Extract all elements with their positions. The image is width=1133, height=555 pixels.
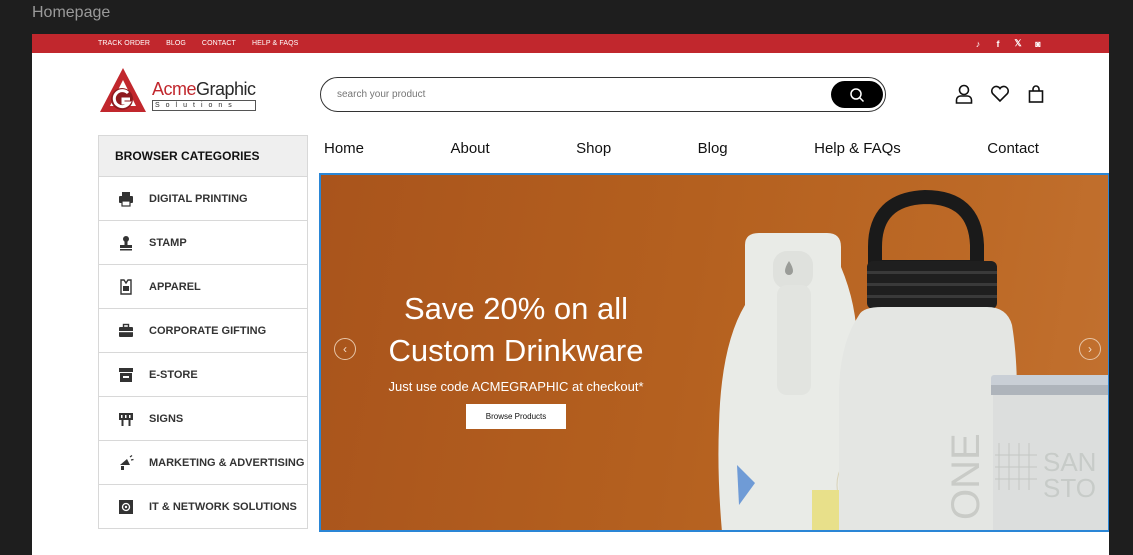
main-nav: Home About Shop Blog Help & FAQs Contact <box>324 140 1039 157</box>
sidebar-title: BROWSER CATEGORIES <box>99 136 307 176</box>
browse-products-button[interactable]: Browse Products <box>465 404 567 429</box>
category-label: MARKETING & ADVERTISING <box>149 456 305 469</box>
nav-shop[interactable]: Shop <box>576 140 611 157</box>
tiktok-icon[interactable]: ♪ <box>973 39 983 49</box>
apparel-icon <box>117 278 135 296</box>
logo-mark-icon <box>98 66 148 114</box>
homepage: TRACK ORDER BLOG CONTACT HELP & FAQS ♪ f… <box>32 34 1109 555</box>
tumbler-print-text-2: STO <box>1043 473 1096 503</box>
category-sidebar: BROWSER CATEGORIES DIGITAL PRINTING STAM… <box>98 135 308 529</box>
track-order-link[interactable]: TRACK ORDER <box>98 40 150 47</box>
category-it-network-solutions[interactable]: IT & NETWORK SOLUTIONS <box>99 484 307 528</box>
header: AcmeGraphic Solutions <box>32 53 1109 135</box>
category-signs[interactable]: SIGNS <box>99 396 307 440</box>
category-corporate-gifting[interactable]: CORPORATE GIFTING <box>99 308 307 352</box>
store-icon <box>117 366 135 384</box>
network-icon <box>117 498 135 516</box>
nav-help-faqs[interactable]: Help & FAQs <box>814 140 901 157</box>
nav-contact[interactable]: Contact <box>987 140 1039 157</box>
category-label: STAMP <box>149 236 187 249</box>
category-e-store[interactable]: E-STORE <box>99 352 307 396</box>
carousel-next-button[interactable]: › <box>1079 338 1101 360</box>
instagram-icon[interactable]: ◙ <box>1033 39 1043 49</box>
category-label: CORPORATE GIFTING <box>149 324 267 337</box>
chevron-left-icon: ‹ <box>343 342 347 356</box>
logo[interactable]: AcmeGraphic Solutions <box>98 66 256 114</box>
category-label: DIGITAL PRINTING <box>149 192 248 205</box>
logo-name-part2: Graphic <box>196 79 256 99</box>
drinkware-product-image: ONE SAN STO <box>718 189 1108 530</box>
chevron-right-icon: › <box>1088 342 1092 356</box>
carousel-prev-button[interactable]: ‹ <box>334 338 356 360</box>
nav-blog[interactable]: Blog <box>698 140 728 157</box>
category-digital-printing[interactable]: DIGITAL PRINTING <box>99 176 307 220</box>
banner-subtitle: Just use code ACMEGRAPHIC at checkout* <box>388 379 644 394</box>
stamp-icon <box>117 234 135 252</box>
banner-copy: Save 20% on all Custom Drinkware Just us… <box>361 288 671 429</box>
search-input[interactable] <box>337 89 885 100</box>
banner-title-line1: Save 20% on all <box>403 291 629 326</box>
logo-name-part1: Acme <box>152 79 197 99</box>
category-stamp[interactable]: STAMP <box>99 220 307 264</box>
search-bar <box>320 77 886 112</box>
briefcase-icon <box>117 322 135 340</box>
contact-link[interactable]: CONTACT <box>202 40 236 47</box>
sign-icon <box>117 410 135 428</box>
nav-home[interactable]: Home <box>324 140 364 157</box>
user-icon[interactable] <box>953 83 975 105</box>
logo-subtitle: Solutions <box>152 100 256 111</box>
top-links: TRACK ORDER BLOG CONTACT HELP & FAQS <box>98 40 298 47</box>
printer-icon <box>117 190 135 208</box>
nav-about[interactable]: About <box>450 140 489 157</box>
help-faqs-link[interactable]: HELP & FAQS <box>252 40 299 47</box>
header-icons <box>953 83 1047 105</box>
bag-icon[interactable] <box>1025 83 1047 105</box>
megaphone-icon <box>117 454 135 472</box>
category-label: E-STORE <box>149 368 198 381</box>
social-links: ♪ f 𝕏 ◙ <box>973 38 1043 49</box>
category-label: IT & NETWORK SOLUTIONS <box>149 500 297 513</box>
category-label: SIGNS <box>149 412 184 425</box>
facebook-icon[interactable]: f <box>993 39 1003 49</box>
search-button[interactable] <box>831 81 883 108</box>
heart-icon[interactable] <box>989 83 1011 105</box>
top-bar: TRACK ORDER BLOG CONTACT HELP & FAQS ♪ f… <box>32 34 1109 53</box>
category-apparel[interactable]: APPAREL <box>99 264 307 308</box>
banner-title-line2: Custom Drinkware <box>388 333 644 368</box>
promo-banner[interactable]: ONE SAN STO ‹ › Save 20% on all Custom D… <box>319 173 1109 532</box>
category-label: APPAREL <box>149 280 201 293</box>
frame-title: Homepage <box>32 4 111 21</box>
blog-link[interactable]: BLOG <box>166 40 186 47</box>
bottle-print-text: ONE <box>944 433 988 520</box>
search-icon <box>850 87 865 102</box>
category-marketing-advertising[interactable]: MARKETING & ADVERTISING <box>99 440 307 484</box>
x-icon[interactable]: 𝕏 <box>1013 38 1023 49</box>
